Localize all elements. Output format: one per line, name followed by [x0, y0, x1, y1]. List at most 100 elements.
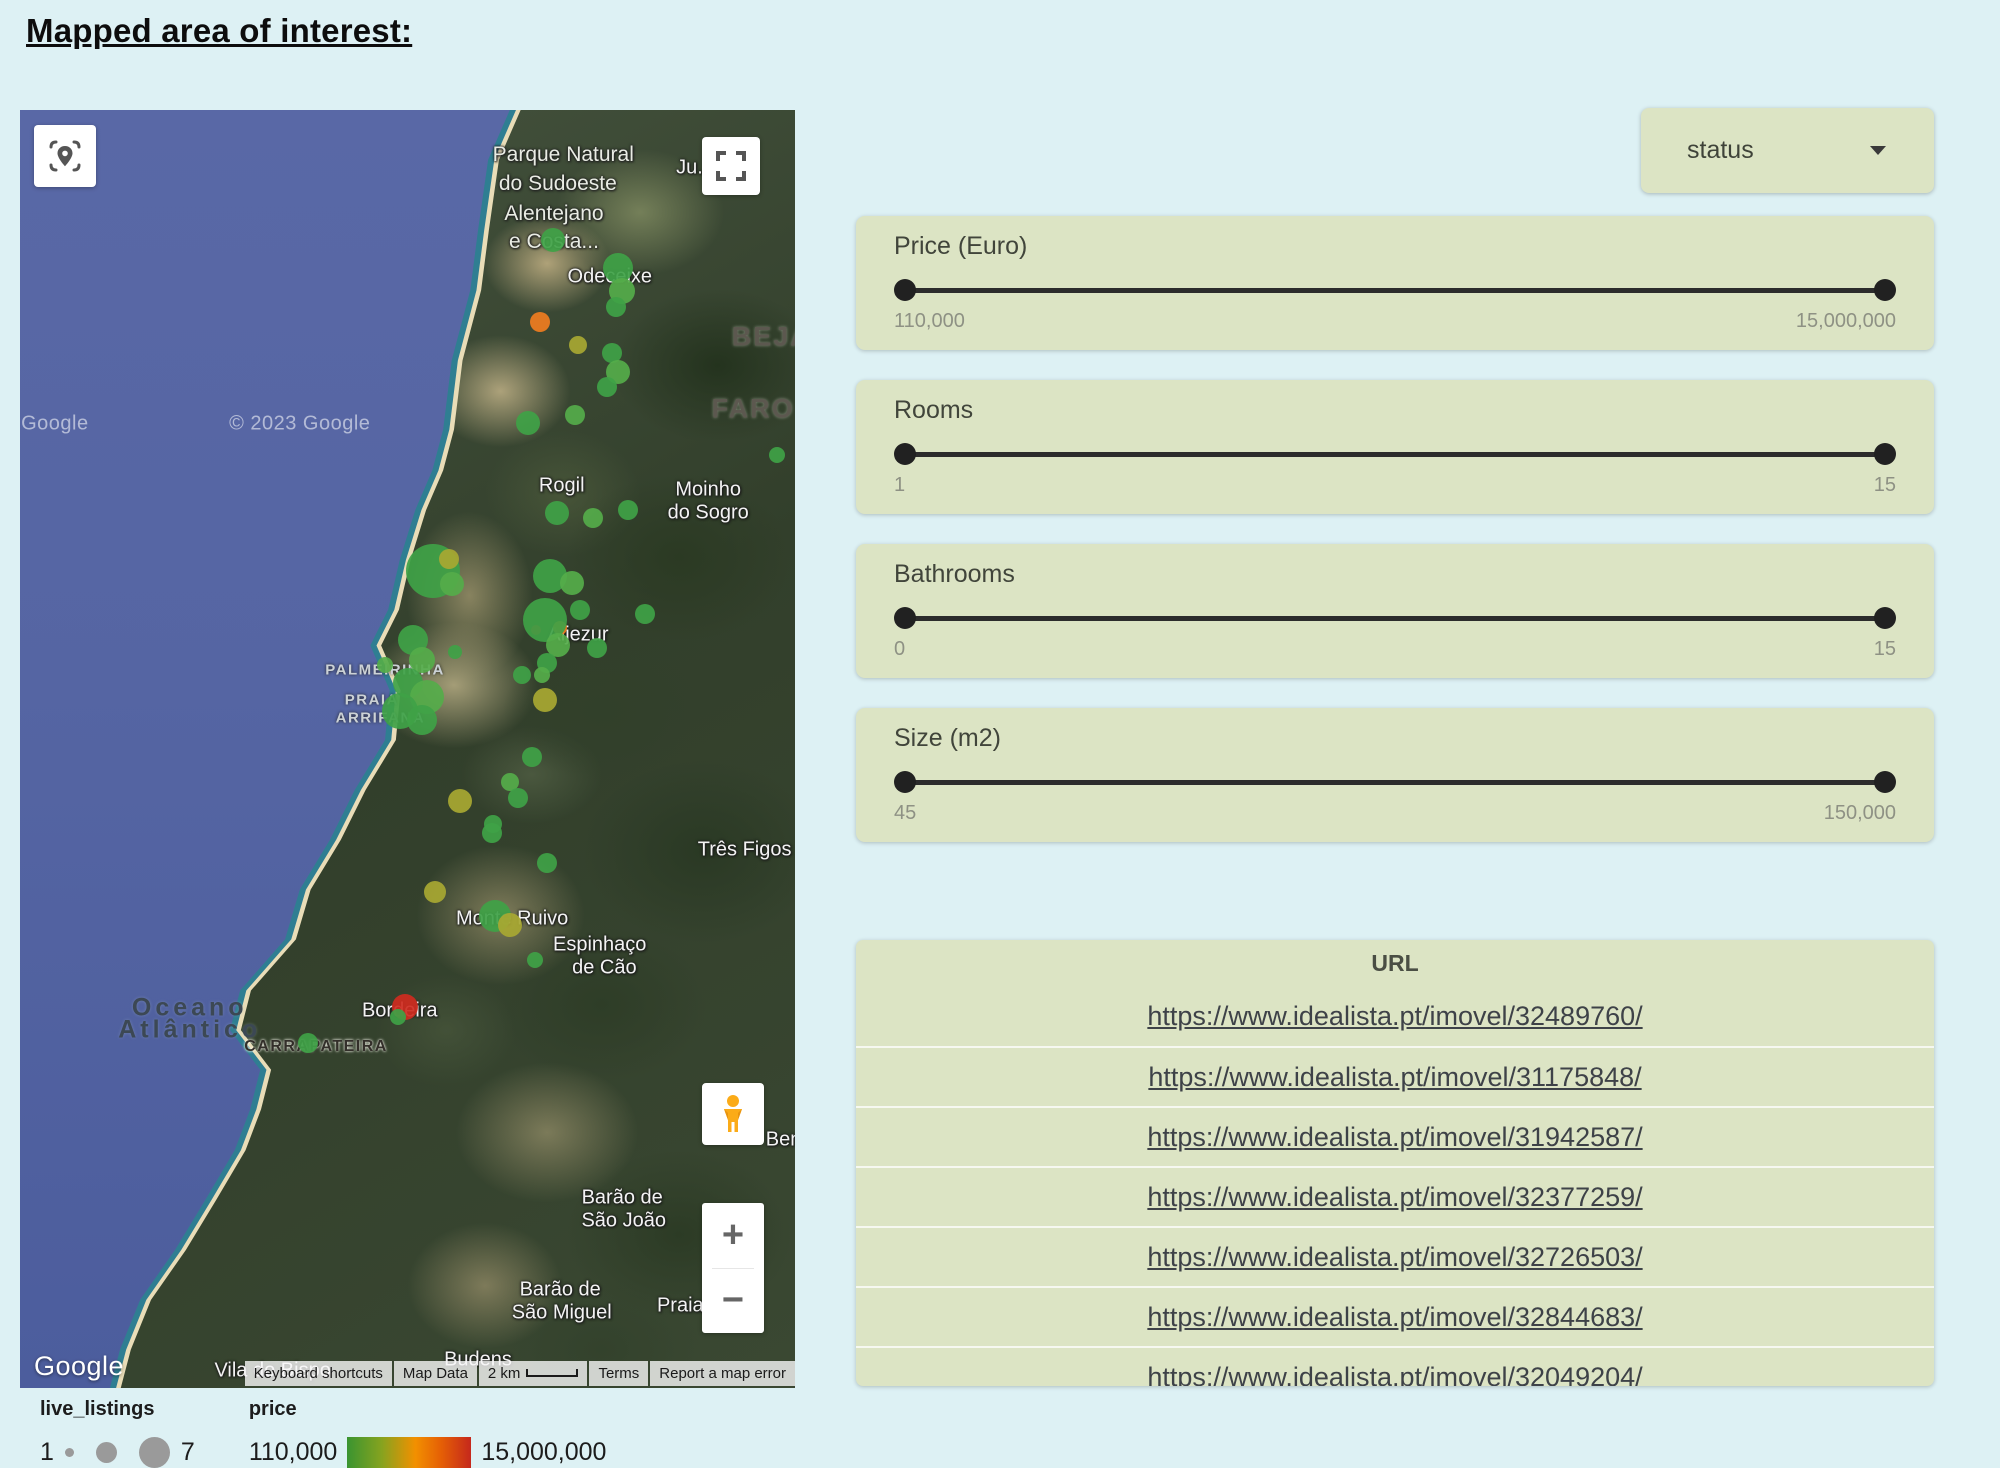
- slider-max-value: 15,000,000: [1796, 310, 1896, 333]
- listing-url-link[interactable]: https://www.idealista.pt/imovel/32726503…: [1147, 1242, 1642, 1273]
- legend: live_listings 1 7 price 110,000 15,000,0…: [40, 1398, 606, 1468]
- filter-panel-price-euro: Price (Euro) 110,000 15,000,000: [856, 216, 1934, 350]
- area-of-interest-button[interactable]: [34, 125, 96, 187]
- status-dropdown-label: status: [1687, 136, 1754, 165]
- listing-url-link[interactable]: https://www.idealista.pt/imovel/31175848…: [1148, 1062, 1641, 1093]
- pin-in-brackets-icon: [47, 138, 83, 174]
- slider-handle-min[interactable]: [894, 607, 916, 629]
- scalebar-icon: [526, 1369, 578, 1377]
- slider-handle-max[interactable]: [1874, 607, 1896, 629]
- listing-dot[interactable]: [534, 667, 550, 683]
- google-logo[interactable]: Google: [34, 1351, 124, 1382]
- slider-track[interactable]: [905, 616, 1885, 621]
- legend-size-group: live_listings 1 7: [40, 1398, 195, 1468]
- url-table-body: https://www.idealista.pt/imovel/32489760…: [856, 986, 1934, 1386]
- listing-dot[interactable]: [606, 297, 626, 317]
- listing-dot[interactable]: [407, 705, 437, 735]
- status-dropdown[interactable]: status: [1641, 108, 1934, 193]
- slider-label: Size (m2): [894, 724, 1001, 753]
- slider-label: Rooms: [894, 396, 973, 425]
- listing-dot[interactable]: [439, 549, 459, 569]
- slider-min-value: 110,000: [894, 310, 965, 333]
- listing-dot[interactable]: [618, 500, 638, 520]
- url-table-row: https://www.idealista.pt/imovel/32844683…: [856, 1286, 1934, 1346]
- listing-dot[interactable]: [565, 405, 585, 425]
- listing-dot[interactable]: [587, 638, 607, 658]
- fullscreen-icon: [716, 151, 746, 181]
- slider-track[interactable]: [905, 780, 1885, 785]
- listing-dot[interactable]: [513, 666, 531, 684]
- listing-dot[interactable]: [448, 645, 462, 659]
- listing-url-link[interactable]: https://www.idealista.pt/imovel/32844683…: [1147, 1302, 1642, 1333]
- attribution-terms[interactable]: Terms: [589, 1361, 648, 1386]
- slider-max-value: 150,000: [1824, 802, 1896, 825]
- range-slider: [905, 607, 1885, 629]
- listing-dot[interactable]: [522, 747, 542, 767]
- listing-dot[interactable]: [560, 571, 584, 595]
- zoom-out-button[interactable]: −: [702, 1269, 764, 1334]
- slider-handle-min[interactable]: [894, 279, 916, 301]
- slider-handle-min[interactable]: [894, 443, 916, 465]
- slider-handle-min[interactable]: [894, 771, 916, 793]
- url-table-row: https://www.idealista.pt/imovel/31942587…: [856, 1106, 1934, 1166]
- page-title: Mapped area of interest:: [26, 12, 412, 50]
- pegman-icon: [716, 1094, 750, 1134]
- url-table-row: https://www.idealista.pt/imovel/32726503…: [856, 1226, 1934, 1286]
- attribution-label: Terms: [598, 1365, 639, 1382]
- listing-dot[interactable]: [390, 1009, 406, 1025]
- listing-url-link[interactable]: https://www.idealista.pt/imovel/32049204…: [1147, 1362, 1642, 1387]
- listing-dot[interactable]: [537, 853, 557, 873]
- price-gradient-bar: [347, 1437, 471, 1468]
- url-table: URL https://www.idealista.pt/imovel/3248…: [856, 940, 1934, 1386]
- zoom-control: + −: [702, 1203, 764, 1333]
- listing-dot[interactable]: [769, 447, 785, 463]
- map[interactable]: Parque Naturaldo SudoesteAlentejanoe Cos…: [20, 110, 795, 1388]
- listing-dot[interactable]: [516, 411, 540, 435]
- legend-color-max: 15,000,000: [481, 1438, 606, 1467]
- listing-dot[interactable]: [498, 913, 522, 937]
- slider-handle-max[interactable]: [1874, 771, 1896, 793]
- pegman-button[interactable]: [702, 1083, 764, 1145]
- listing-dot[interactable]: [533, 688, 557, 712]
- slider-handle-max[interactable]: [1874, 443, 1896, 465]
- listing-dot[interactable]: [527, 952, 543, 968]
- listing-dot[interactable]: [377, 657, 393, 673]
- legend-size-dot-small: [65, 1448, 74, 1457]
- listing-dot[interactable]: [583, 508, 603, 528]
- filter-panel-size-m2: Size (m2) 45 150,000: [856, 708, 1934, 842]
- zoom-in-button[interactable]: +: [702, 1203, 764, 1268]
- legend-color-min: 110,000: [249, 1438, 338, 1467]
- url-table-row: https://www.idealista.pt/imovel/31175848…: [856, 1046, 1934, 1106]
- listing-dot[interactable]: [597, 377, 617, 397]
- listing-dot[interactable]: [635, 604, 655, 624]
- listing-dot[interactable]: [482, 823, 502, 843]
- attribution-report-a-map-error[interactable]: Report a map error: [650, 1361, 795, 1386]
- slider-track[interactable]: [905, 288, 1885, 293]
- range-slider: [905, 279, 1885, 301]
- slider-min-value: 45: [894, 802, 916, 825]
- listing-dot[interactable]: [448, 789, 472, 813]
- listing-url-link[interactable]: https://www.idealista.pt/imovel/31942587…: [1147, 1122, 1642, 1153]
- legend-color-group: price 110,000 15,000,000: [249, 1398, 607, 1468]
- listing-url-link[interactable]: https://www.idealista.pt/imovel/32377259…: [1147, 1182, 1642, 1213]
- listing-url-link[interactable]: https://www.idealista.pt/imovel/32489760…: [1147, 1001, 1642, 1032]
- slider-track[interactable]: [905, 452, 1885, 457]
- listing-dot[interactable]: [440, 572, 464, 596]
- listing-dot[interactable]: [569, 336, 587, 354]
- listing-dot[interactable]: [545, 501, 569, 525]
- url-table-row: https://www.idealista.pt/imovel/32049204…: [856, 1346, 1934, 1386]
- chevron-down-icon: [1870, 146, 1886, 155]
- attribution-keyboard-shortcuts[interactable]: Keyboard shortcuts: [245, 1361, 392, 1386]
- listing-dot[interactable]: [298, 1033, 318, 1053]
- slider-max-value: 15: [1874, 474, 1896, 497]
- listing-dot[interactable]: [541, 228, 565, 252]
- page: { "page": { "title": "Mapped area of int…: [0, 0, 2000, 1468]
- slider-handle-max[interactable]: [1874, 279, 1896, 301]
- listing-dot[interactable]: [508, 788, 528, 808]
- fullscreen-button[interactable]: [702, 137, 760, 195]
- url-table-row: https://www.idealista.pt/imovel/32377259…: [856, 1166, 1934, 1226]
- listing-dot[interactable]: [530, 312, 550, 332]
- listing-dot[interactable]: [570, 600, 590, 620]
- slider-label: Price (Euro): [894, 232, 1027, 261]
- listing-dot[interactable]: [424, 881, 446, 903]
